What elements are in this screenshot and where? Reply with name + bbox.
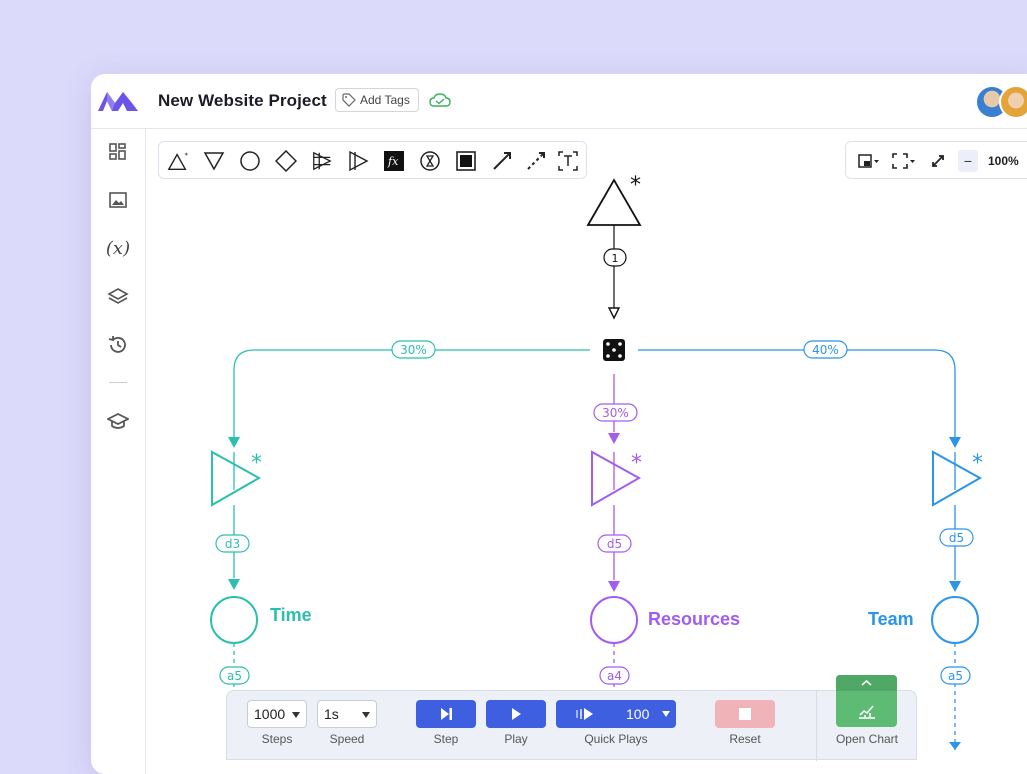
open-chart-label: Open Chart (835, 732, 899, 746)
speed-value: 1s (324, 706, 339, 722)
project-title[interactable]: New Website Project (158, 91, 327, 111)
chart-icon (859, 705, 875, 719)
minimap-icon[interactable] (858, 153, 880, 174)
dashboard-icon[interactable] (106, 140, 130, 164)
logo-icon[interactable] (97, 89, 139, 113)
add-tags-button[interactable]: Add Tags (335, 88, 419, 112)
sidebar-divider (109, 382, 127, 383)
image-icon[interactable] (106, 188, 130, 212)
pool-label-team[interactable]: Team (868, 609, 914, 630)
state-connection-icon[interactable] (525, 150, 547, 172)
chevron-down-icon (362, 712, 370, 718)
add-tags-label: Add Tags (360, 93, 410, 107)
variable-icon[interactable]: (x) (106, 236, 130, 260)
source-tool-icon[interactable]: * (167, 150, 189, 172)
fit-view-icon[interactable] (892, 153, 916, 174)
view-controls: − 100% (845, 141, 1027, 179)
chart-panel-toggle[interactable] (836, 675, 897, 691)
reset-label: Reset (729, 732, 761, 746)
avatar[interactable] (999, 85, 1027, 119)
step-label: Step (433, 732, 459, 746)
quick-plays-label: Quick Plays (584, 732, 648, 746)
zoom-out-button[interactable]: − (958, 150, 978, 172)
step-button[interactable] (416, 700, 476, 728)
reset-button[interactable] (715, 700, 775, 728)
converter-tool-icon[interactable] (311, 150, 333, 172)
trader-tool-icon[interactable] (347, 150, 369, 172)
fullscreen-icon[interactable] (930, 153, 946, 174)
learn-icon[interactable] (106, 410, 130, 434)
left-sidebar: (x) (91, 129, 146, 774)
variable-label: (x) (105, 237, 131, 259)
svg-text:fx: fx (387, 155, 399, 168)
speed-select[interactable]: 1s (317, 700, 377, 728)
fast-play-icon (576, 708, 593, 720)
pool-label-time[interactable]: Time (270, 605, 312, 626)
zoom-level[interactable]: 100% (988, 154, 1019, 168)
steps-select[interactable]: 1000 (247, 700, 307, 728)
cloud-saved-icon (429, 93, 451, 107)
quick-plays-select[interactable]: 100 (616, 700, 676, 728)
play-icon (512, 708, 521, 720)
chevron-up-icon (861, 679, 872, 686)
top-bar: New Website Project Add Tags (91, 74, 1027, 129)
pool-label-resources[interactable]: Resources (648, 609, 740, 630)
play-label: Play (504, 732, 528, 746)
chevron-down-icon (662, 711, 670, 717)
controls-divider (816, 691, 817, 761)
pool-tool-icon[interactable] (239, 150, 261, 172)
element-toolbar: * fx (158, 141, 587, 179)
collaborator-avatars[interactable] (975, 85, 1027, 119)
history-icon[interactable] (106, 333, 130, 357)
quick-plays-button[interactable] (556, 700, 616, 728)
steps-label: Steps (261, 732, 293, 746)
svg-text:*: * (184, 150, 188, 159)
quick-plays-value: 100 (626, 706, 650, 722)
resource-connection-icon[interactable] (491, 150, 513, 172)
zoom-minus-label: − (963, 153, 973, 169)
layers-icon[interactable] (106, 285, 130, 309)
step-icon (441, 708, 452, 720)
text-tool-icon[interactable] (557, 150, 579, 172)
play-button[interactable] (486, 700, 546, 728)
delay-tool-icon[interactable] (419, 150, 441, 172)
end-condition-tool-icon[interactable] (455, 150, 477, 172)
register-tool-icon[interactable]: fx (383, 150, 405, 172)
speed-label: Speed (329, 732, 365, 746)
steps-value: 1000 (254, 706, 286, 722)
stop-icon (739, 708, 751, 720)
tag-icon (342, 93, 356, 107)
drain-tool-icon[interactable] (203, 150, 225, 172)
app-window: New Website Project Add Tags (x) * fx − … (91, 74, 1027, 774)
open-chart-button[interactable] (836, 675, 897, 727)
chevron-down-icon (292, 712, 300, 718)
gate-tool-icon[interactable] (275, 150, 297, 172)
